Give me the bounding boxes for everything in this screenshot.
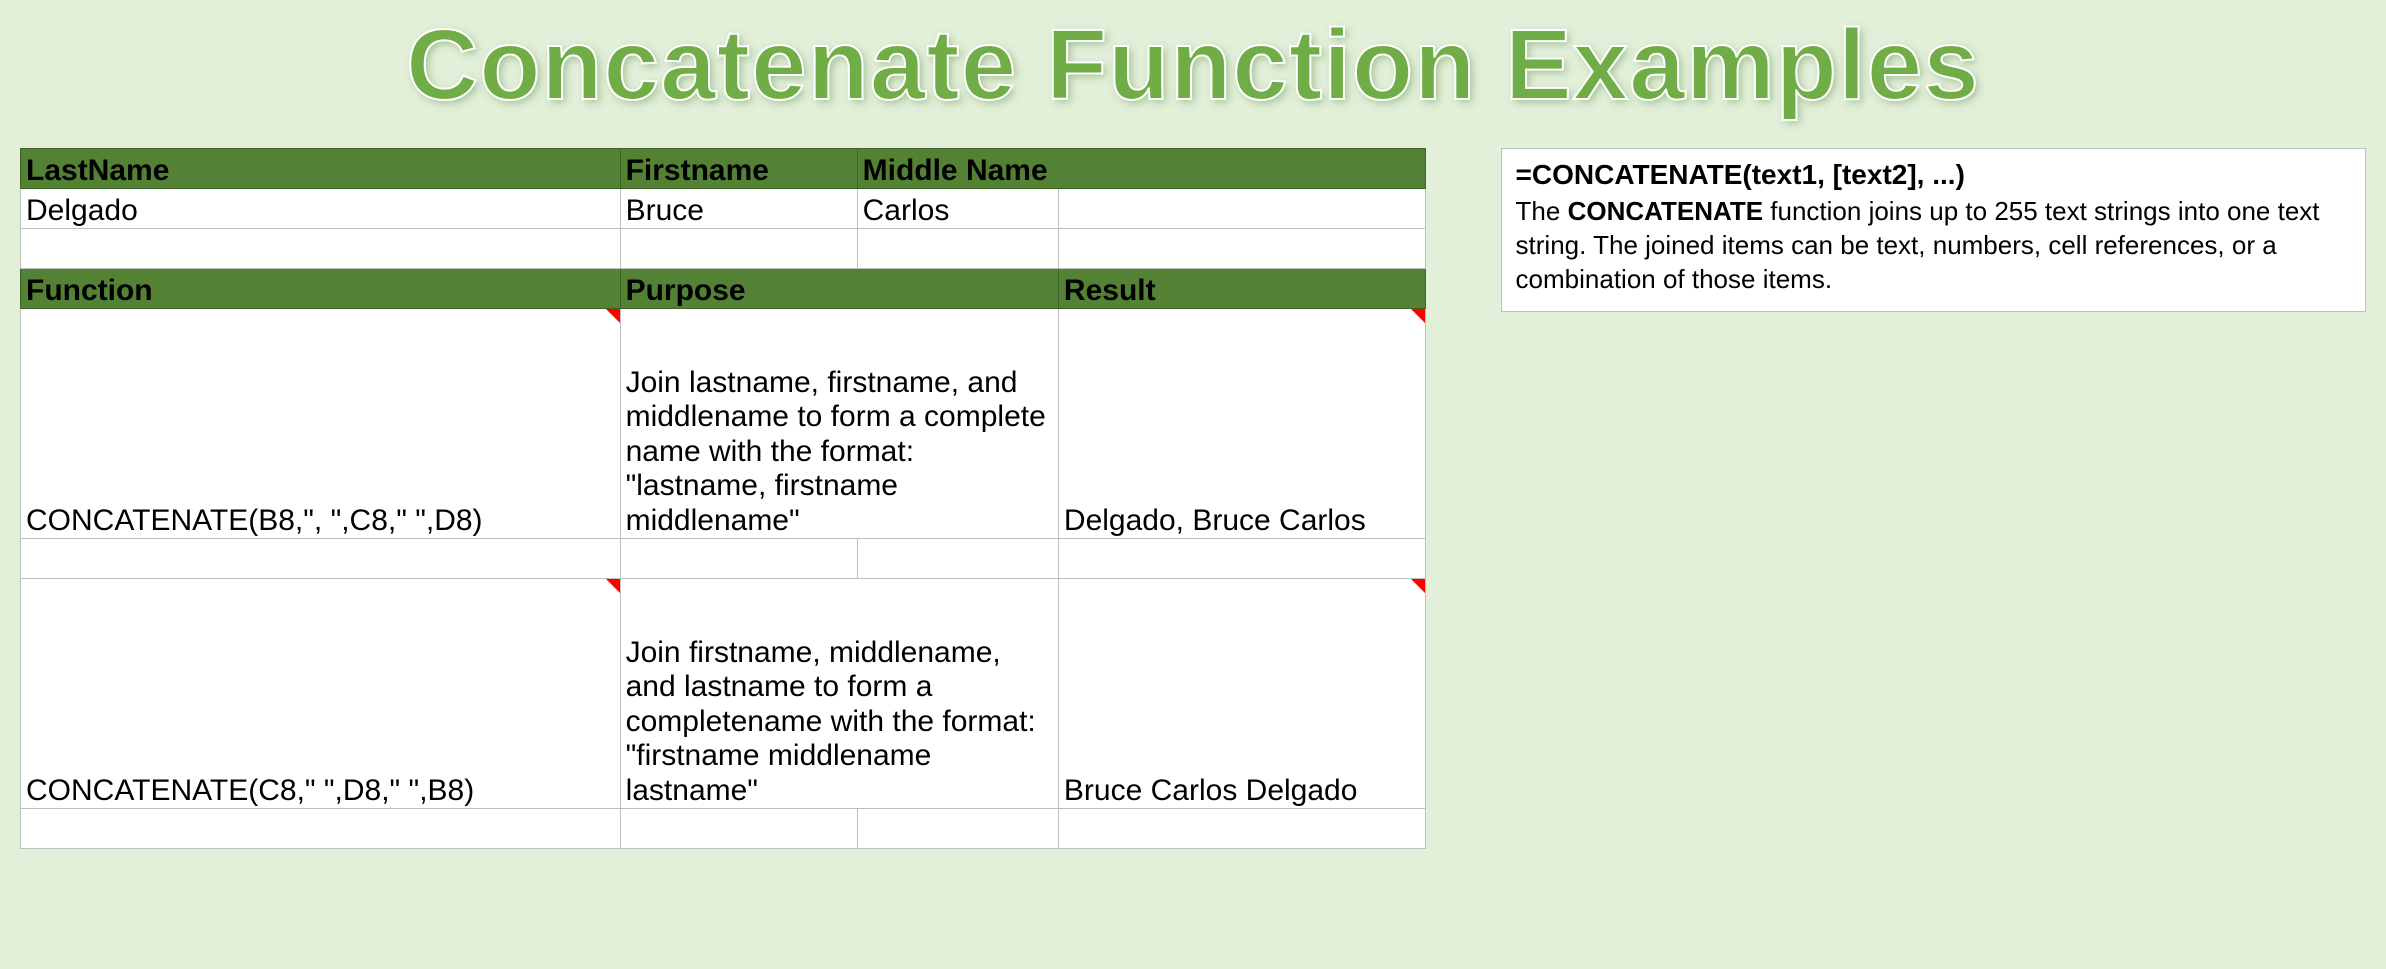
comment-indicator-icon[interactable] <box>1411 579 1425 593</box>
cell-purpose-1[interactable]: Join lastname, firstname, and middlename… <box>620 309 1058 539</box>
info-desc-bold: CONCATENATE <box>1568 196 1763 226</box>
cell-function-2[interactable]: CONCATENATE(C8," ",D8," ",B8) <box>21 579 621 809</box>
header-result: Result <box>1058 269 1425 309</box>
table-header-names: LastName Firstname Middle Name <box>21 149 1426 189</box>
cell-empty[interactable] <box>1058 229 1425 269</box>
table-header-func: Function Purpose Result <box>21 269 1426 309</box>
cell-empty[interactable] <box>21 809 621 849</box>
cell-firstname[interactable]: Bruce <box>620 189 857 229</box>
table-spacer-row <box>21 809 1426 849</box>
cell-lastname[interactable]: Delgado <box>21 189 621 229</box>
content-area: LastName Firstname Middle Name Delgado B… <box>0 148 2386 849</box>
cell-empty[interactable] <box>1058 189 1425 229</box>
cell-empty[interactable] <box>1058 539 1425 579</box>
cell-middlename[interactable]: Carlos <box>857 189 1058 229</box>
cell-result-1[interactable]: Delgado, Bruce Carlos <box>1058 309 1425 539</box>
result-text: Delgado, Bruce Carlos <box>1064 504 1366 537</box>
examples-table: LastName Firstname Middle Name Delgado B… <box>20 148 1426 849</box>
header-lastname: LastName <box>21 149 621 189</box>
info-box: =CONCATENATE(text1, [text2], ...) The CO… <box>1501 148 2366 312</box>
table-spacer-row <box>21 229 1426 269</box>
cell-empty[interactable] <box>857 229 1058 269</box>
comment-indicator-icon[interactable] <box>606 579 620 593</box>
header-purpose: Purpose <box>620 269 1058 309</box>
cell-function-1[interactable]: CONCATENATE(B8,", ",C8," ",D8) <box>21 309 621 539</box>
table-data-names: Delgado Bruce Carlos <box>21 189 1426 229</box>
cell-empty[interactable] <box>620 539 857 579</box>
cell-empty[interactable] <box>857 539 1058 579</box>
func-text: CONCATENATE(B8,", ",C8," ",D8) <box>26 504 483 537</box>
comment-indicator-icon[interactable] <box>606 309 620 323</box>
table-spacer-row <box>21 539 1426 579</box>
cell-empty[interactable] <box>857 809 1058 849</box>
cell-empty[interactable] <box>1058 809 1425 849</box>
cell-purpose-2[interactable]: Join firstname, middlename, and lastname… <box>620 579 1058 809</box>
result-text: Bruce Carlos Delgado <box>1064 774 1357 807</box>
info-syntax: =CONCATENATE(text1, [text2], ...) <box>1516 157 2351 193</box>
table-example-row-1: CONCATENATE(B8,", ",C8," ",D8) Join last… <box>21 309 1426 539</box>
page-title: Concatenate Function Examples <box>0 0 2386 148</box>
cell-empty[interactable] <box>21 229 621 269</box>
func-text: CONCATENATE(C8," ",D8," ",B8) <box>26 774 474 807</box>
comment-indicator-icon[interactable] <box>1411 309 1425 323</box>
info-desc-pre: The <box>1516 196 1568 226</box>
cell-empty[interactable] <box>620 229 857 269</box>
header-firstname: Firstname <box>620 149 857 189</box>
cell-result-2[interactable]: Bruce Carlos Delgado <box>1058 579 1425 809</box>
cell-empty[interactable] <box>620 809 857 849</box>
header-middlename: Middle Name <box>857 149 1425 189</box>
info-description: The CONCATENATE function joins up to 255… <box>1516 195 2351 296</box>
table-example-row-2: CONCATENATE(C8," ",D8," ",B8) Join first… <box>21 579 1426 809</box>
header-function: Function <box>21 269 621 309</box>
cell-empty[interactable] <box>21 539 621 579</box>
